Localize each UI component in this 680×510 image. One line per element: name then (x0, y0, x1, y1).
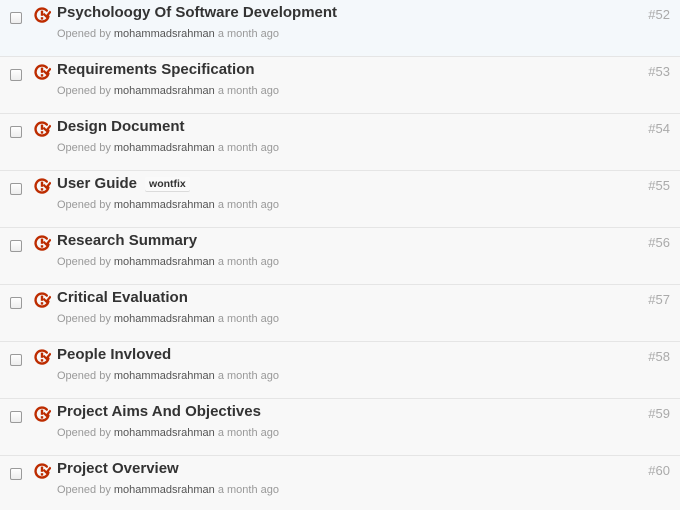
opened-time: a month ago (217, 484, 279, 496)
issue-row-4[interactable]: User Guide wontfix Opened by mohammadsra… (0, 171, 680, 228)
issue-meta: Opened by mohammadsrahman a month ago (57, 312, 279, 326)
closed-issue-icon (34, 235, 51, 251)
issue-number: #59 (648, 406, 670, 421)
issue-number: #53 (648, 64, 670, 79)
issue-meta: Opened by mohammadsrahman a month ago (57, 369, 279, 383)
title-line: Research Summary (57, 231, 197, 251)
opened-time: a month ago (217, 28, 279, 40)
issue-title[interactable]: Design Document (57, 117, 185, 137)
author-link[interactable]: mohammadsrahman (114, 199, 215, 211)
opened-time: a month ago (217, 199, 279, 211)
select-checkbox[interactable] (10, 240, 22, 252)
issue-row-8[interactable]: Project Aims And Objectives Opened by mo… (0, 399, 680, 456)
issue-title[interactable]: Psycholoogy Of Software Development (57, 3, 337, 23)
issue-meta: Opened by mohammadsrahman a month ago (57, 198, 279, 212)
opened-by-text: Opened by (57, 484, 111, 496)
issue-row-9[interactable]: Project Overview Opened by mohammadsrahm… (0, 456, 680, 510)
opened-by-text: Opened by (57, 85, 111, 97)
author-link[interactable]: mohammadsrahman (114, 427, 215, 439)
title-line: Critical Evaluation (57, 288, 188, 308)
author-link[interactable]: mohammadsrahman (114, 28, 215, 40)
opened-time: a month ago (217, 85, 279, 97)
issue-title[interactable]: Project Aims And Objectives (57, 402, 261, 422)
select-checkbox[interactable] (10, 354, 22, 366)
issue-title[interactable]: People Invloved (57, 345, 171, 365)
opened-time: a month ago (217, 370, 279, 382)
issue-number: #52 (648, 7, 670, 22)
issue-number: #55 (648, 178, 670, 193)
closed-issue-icon (34, 292, 51, 308)
select-checkbox[interactable] (10, 183, 22, 195)
issue-row-5[interactable]: Research Summary Opened by mohammadsrahm… (0, 228, 680, 285)
author-link[interactable]: mohammadsrahman (114, 484, 215, 496)
opened-time: a month ago (217, 427, 279, 439)
closed-issue-icon (34, 7, 51, 23)
opened-time: a month ago (217, 256, 279, 268)
issue-row-6[interactable]: Critical Evaluation Opened by mohammadsr… (0, 285, 680, 342)
author-link[interactable]: mohammadsrahman (114, 370, 215, 382)
closed-issue-icon (34, 178, 51, 194)
closed-issue-icon (34, 121, 51, 137)
issue-list: Psycholoogy Of Software Development Open… (0, 0, 680, 510)
closed-issue-icon (34, 406, 51, 422)
select-checkbox[interactable] (10, 468, 22, 480)
title-line: Project Overview (57, 459, 179, 479)
opened-time: a month ago (217, 142, 279, 154)
author-link[interactable]: mohammadsrahman (114, 256, 215, 268)
title-line: People Invloved (57, 345, 171, 365)
issue-title[interactable]: Critical Evaluation (57, 288, 188, 308)
issue-number: #56 (648, 235, 670, 250)
select-checkbox[interactable] (10, 12, 22, 24)
issue-row-1[interactable]: Psycholoogy Of Software Development Open… (0, 0, 680, 57)
title-line: Requirements Specification (57, 60, 255, 80)
issue-meta: Opened by mohammadsrahman a month ago (57, 84, 279, 98)
opened-by-text: Opened by (57, 313, 111, 325)
select-checkbox[interactable] (10, 297, 22, 309)
issue-title[interactable]: Research Summary (57, 231, 197, 251)
opened-by-text: Opened by (57, 427, 111, 439)
issue-meta: Opened by mohammadsrahman a month ago (57, 141, 279, 155)
issue-meta: Opened by mohammadsrahman a month ago (57, 426, 279, 440)
title-line: Design Document (57, 117, 185, 137)
issue-row-7[interactable]: People Invloved Opened by mohammadsrahma… (0, 342, 680, 399)
closed-issue-icon (34, 349, 51, 365)
opened-by-text: Opened by (57, 199, 111, 211)
title-line: User Guide wontfix (57, 174, 190, 194)
issue-meta: Opened by mohammadsrahman a month ago (57, 255, 279, 269)
author-link[interactable]: mohammadsrahman (114, 313, 215, 325)
issue-number: #54 (648, 121, 670, 136)
author-link[interactable]: mohammadsrahman (114, 142, 215, 154)
issue-meta: Opened by mohammadsrahman a month ago (57, 27, 279, 41)
opened-by-text: Opened by (57, 256, 111, 268)
issue-title[interactable]: User Guide (57, 174, 137, 194)
select-checkbox[interactable] (10, 126, 22, 138)
opened-by-text: Opened by (57, 28, 111, 40)
opened-time: a month ago (217, 313, 279, 325)
issue-number: #57 (648, 292, 670, 307)
issue-row-2[interactable]: Requirements Specification Opened by moh… (0, 57, 680, 114)
author-link[interactable]: mohammadsrahman (114, 85, 215, 97)
issue-number: #58 (648, 349, 670, 364)
title-line: Psycholoogy Of Software Development (57, 3, 337, 23)
closed-issue-icon (34, 463, 51, 479)
issue-number: #60 (648, 463, 670, 478)
title-line: Project Aims And Objectives (57, 402, 261, 422)
issue-title[interactable]: Requirements Specification (57, 60, 255, 80)
issue-title[interactable]: Project Overview (57, 459, 179, 479)
opened-by-text: Opened by (57, 370, 111, 382)
select-checkbox[interactable] (10, 69, 22, 81)
opened-by-text: Opened by (57, 142, 111, 154)
select-checkbox[interactable] (10, 411, 22, 423)
closed-issue-icon (34, 64, 51, 80)
issue-meta: Opened by mohammadsrahman a month ago (57, 483, 279, 497)
issue-row-3[interactable]: Design Document Opened by mohammadsrahma… (0, 114, 680, 171)
label-badge[interactable]: wontfix (145, 176, 190, 192)
